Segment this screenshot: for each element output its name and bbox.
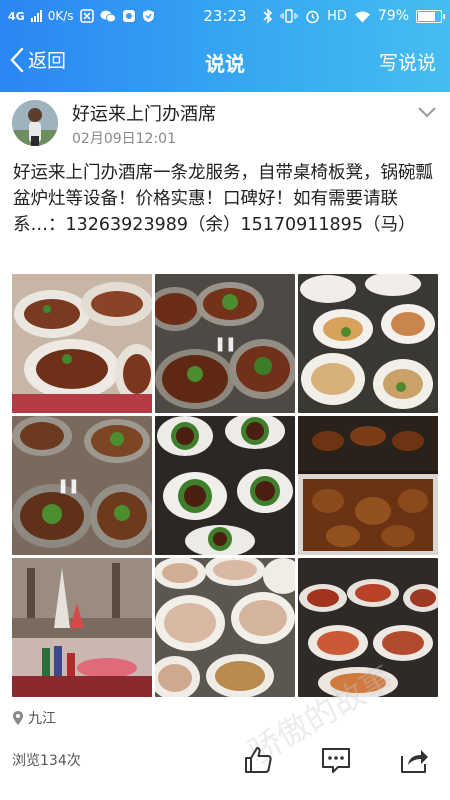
hd-indicator: HD (327, 8, 347, 24)
map-pin-icon (13, 711, 23, 725)
author-name[interactable]: 好运来上门办酒席 (72, 100, 216, 126)
chevron-down-icon[interactable] (416, 104, 438, 120)
app-header: 4G 0K/s 23:23 HD 79% 返回 说说 写说说 (0, 0, 450, 92)
app-notification-icon (122, 9, 136, 23)
post-header: 好运来上门办酒席 02月09日12:01 (0, 92, 450, 158)
nav-bar: 返回 说说 写说说 (0, 32, 450, 92)
network-speed: 0K/s (47, 9, 74, 23)
comment-icon[interactable] (320, 744, 352, 776)
photo-1[interactable] (12, 274, 152, 413)
photo-3[interactable] (298, 274, 438, 413)
photo-grid: ❚❚ ❚❚ (12, 274, 438, 699)
write-post-button[interactable]: 写说说 (379, 48, 436, 75)
share-icon[interactable] (398, 744, 430, 776)
view-count: 浏览134次 (12, 753, 81, 769)
shield-icon (142, 9, 155, 23)
alarm-icon (305, 9, 320, 24)
network-type: 4G (8, 9, 25, 23)
status-bar: 4G 0K/s 23:23 HD 79% (0, 0, 450, 32)
photo-8[interactable] (155, 558, 295, 697)
battery-percent: 79% (377, 8, 409, 24)
wechat-icon (100, 9, 116, 23)
photo-7[interactable] (12, 558, 152, 697)
live-photo-icon: ❚❚ (57, 477, 79, 494)
location-label: 九江 (28, 711, 56, 727)
post-content: 好运来上门办酒席一条龙服务，自带桌椅板凳，锅碗瓢盆炉灶等设备！价格实惠！口碑好！… (13, 163, 433, 235)
photo-2[interactable]: ❚❚ (155, 274, 295, 413)
photo-4[interactable]: ❚❚ (12, 416, 152, 555)
signal-icon (30, 10, 42, 22)
avatar[interactable] (12, 100, 58, 146)
data-saver-icon (79, 9, 94, 23)
bluetooth-icon (263, 8, 273, 24)
wifi-icon (354, 10, 371, 23)
thumbs-up-icon[interactable] (242, 744, 274, 776)
post-timestamp: 02月09日12:01 (72, 131, 176, 147)
location-tag[interactable]: 九江 (12, 708, 56, 728)
vibrate-icon (280, 9, 298, 23)
photo-5[interactable] (155, 416, 295, 555)
photo-9[interactable] (298, 558, 438, 697)
live-photo-icon: ❚❚ (214, 335, 236, 352)
photo-6[interactable] (298, 416, 438, 555)
post-footer: 浏览134次 (0, 730, 450, 790)
battery-icon (416, 9, 445, 23)
